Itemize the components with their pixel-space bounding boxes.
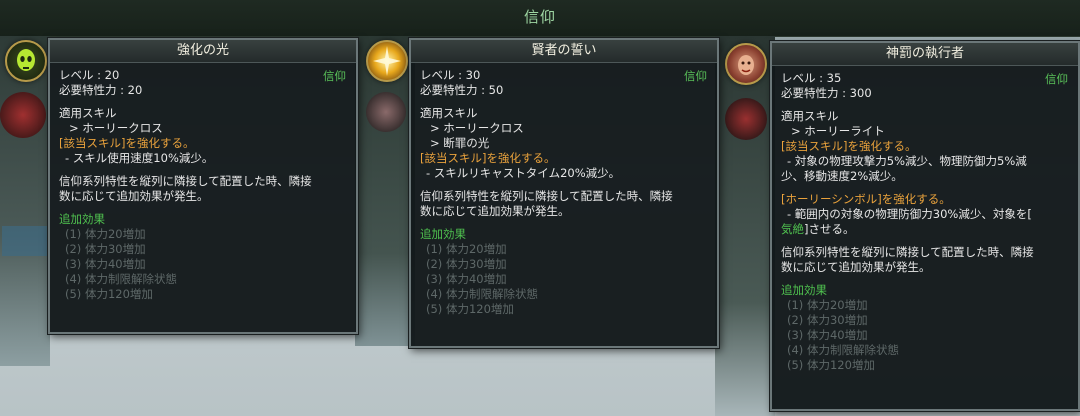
green-skull-icon[interactable] bbox=[5, 40, 47, 82]
effect-detail: 少、移動速度2%減少。 bbox=[781, 169, 903, 183]
skill-name: > 断罪の光 bbox=[430, 136, 490, 150]
category-label: 信仰 bbox=[1045, 72, 1068, 86]
required-points-text: 必要特性力 : 50 bbox=[420, 83, 504, 97]
tooltip-body: 信仰 レベル : 20 必要特性力 : 20 適用スキル > ホーリークロス [… bbox=[50, 63, 356, 302]
skill-header: 適用スキル bbox=[420, 106, 478, 120]
green-skull-glyph bbox=[17, 49, 35, 71]
effect-detail: - 対象の物理攻撃力5%減少、物理防御力5%減 bbox=[787, 154, 1027, 168]
effect-detail: - スキルリキャストタイム20%減少。 bbox=[426, 166, 621, 180]
effect-text: [該当スキル]を強化する。 bbox=[781, 139, 917, 153]
bonus-item: (5) 体力120増加 bbox=[787, 358, 875, 372]
red-face-glyph bbox=[738, 55, 754, 75]
tooltip-body: 信仰 レベル : 30 必要特性力 : 50 適用スキル > ホーリークロス >… bbox=[411, 63, 717, 317]
background-panel-right bbox=[715, 36, 775, 416]
category-label: 信仰 bbox=[684, 69, 707, 83]
required-points-text: 必要特性力 : 20 bbox=[59, 83, 143, 97]
series-text: 信仰系列特性を縦列に隣接して配置した時、隣接 bbox=[59, 174, 312, 188]
effect-detail: - スキル使用速度10%減少。 bbox=[65, 151, 214, 165]
skill-header: 適用スキル bbox=[781, 109, 839, 123]
series-text: 数に応じて追加効果が発生。 bbox=[59, 189, 209, 203]
skill-tooltip-3: 神罰の執行者 信仰 レベル : 35 必要特性力 : 300 適用スキル > ホ… bbox=[770, 41, 1080, 411]
bonus-item: (3) 体力40増加 bbox=[787, 328, 868, 342]
skill-tooltip-1: 強化の光 信仰 レベル : 20 必要特性力 : 20 適用スキル > ホーリー… bbox=[48, 38, 358, 334]
skill-name: > ホーリーライト bbox=[791, 124, 885, 138]
background-panel-left bbox=[0, 36, 50, 366]
effect-detail: - 範囲内の対象の物理防御力30%減少、対象を[ bbox=[787, 207, 1032, 221]
tooltip-title: 賢者の誓い bbox=[411, 40, 717, 63]
bonus-header: 追加効果 bbox=[59, 212, 105, 226]
starburst-glyph bbox=[373, 46, 401, 76]
bonus-item: (5) 体力120増加 bbox=[426, 302, 514, 316]
background-orb bbox=[725, 98, 767, 140]
effect-text: [該当スキル]を強化する。 bbox=[59, 136, 195, 150]
tooltip-title: 神罰の執行者 bbox=[772, 43, 1078, 66]
required-points-text: 必要特性力 : 300 bbox=[781, 86, 872, 100]
level-text: レベル : 20 bbox=[59, 68, 120, 82]
series-text: 数に応じて追加効果が発生。 bbox=[420, 204, 570, 218]
effect-text: [該当スキル]を強化する。 bbox=[420, 151, 556, 165]
level-text: レベル : 35 bbox=[781, 71, 842, 85]
bonus-item: (3) 体力40増加 bbox=[65, 257, 146, 271]
stun-keyword: 気絶 bbox=[781, 222, 804, 236]
bonus-item: (1) 体力20増加 bbox=[65, 227, 146, 241]
bonus-item: (1) 体力20増加 bbox=[787, 298, 868, 312]
background-orb bbox=[366, 92, 406, 132]
skill-name: > ホーリークロス bbox=[69, 121, 163, 135]
category-label: 信仰 bbox=[323, 69, 346, 83]
bonus-item: (5) 体力120増加 bbox=[65, 287, 153, 301]
tooltip-title: 強化の光 bbox=[50, 40, 356, 63]
bonus-item: (2) 体力30増加 bbox=[787, 313, 868, 327]
effect-detail: 気絶]させる。 bbox=[781, 222, 1069, 237]
bonus-item: (2) 体力30増加 bbox=[65, 242, 146, 256]
effect-text: [ホーリーシンボル]を強化する。 bbox=[781, 192, 951, 206]
bonus-item: (4) 体力制限解除状態 bbox=[65, 272, 177, 286]
skill-tooltip-2: 賢者の誓い 信仰 レベル : 30 必要特性力 : 50 適用スキル > ホーリ… bbox=[409, 38, 719, 348]
bonus-item: (4) 体力制限解除状態 bbox=[426, 287, 538, 301]
background-panel-middle bbox=[355, 36, 415, 346]
series-text: 信仰系列特性を縦列に隣接して配置した時、隣接 bbox=[781, 245, 1034, 259]
background-slot bbox=[2, 226, 48, 256]
bonus-item: (4) 体力制限解除状態 bbox=[787, 343, 899, 357]
background-orb bbox=[0, 92, 46, 138]
effect-detail-rest: ]させる。 bbox=[804, 222, 855, 236]
skill-header: 適用スキル bbox=[59, 106, 117, 120]
bonus-item: (1) 体力20増加 bbox=[426, 242, 507, 256]
skill-name: > ホーリークロス bbox=[430, 121, 524, 135]
bonus-header: 追加効果 bbox=[420, 227, 466, 241]
red-face-icon[interactable] bbox=[725, 43, 767, 85]
tooltip-body: 信仰 レベル : 35 必要特性力 : 300 適用スキル > ホーリーライト … bbox=[772, 66, 1078, 373]
level-text: レベル : 30 bbox=[420, 68, 481, 82]
series-text: 信仰系列特性を縦列に隣接して配置した時、隣接 bbox=[420, 189, 673, 203]
category-title: 信仰 bbox=[523, 8, 556, 26]
bonus-item: (2) 体力30増加 bbox=[426, 257, 507, 271]
bonus-header: 追加効果 bbox=[781, 283, 827, 297]
series-text: 数に応じて追加効果が発生。 bbox=[781, 260, 931, 274]
bonus-item: (3) 体力40増加 bbox=[426, 272, 507, 286]
golden-starburst-icon[interactable] bbox=[366, 40, 408, 82]
